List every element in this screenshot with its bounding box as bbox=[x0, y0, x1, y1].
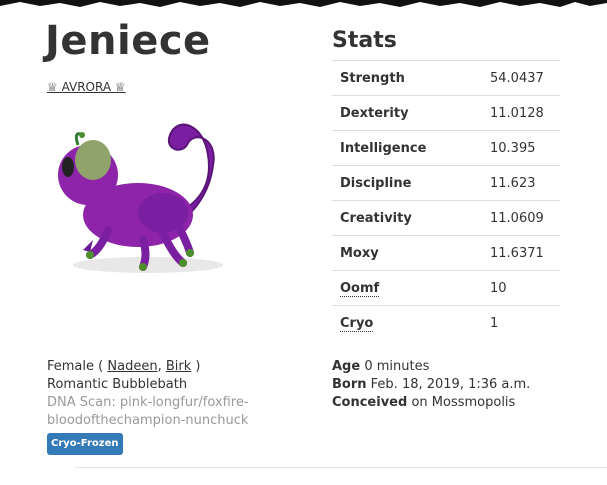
stat-label: Intelligence bbox=[332, 130, 482, 166]
stat-value: 10.395 bbox=[482, 130, 560, 166]
stats-row-strength: Strength 54.0437 bbox=[332, 60, 560, 96]
personality: Romantic Bubblebath bbox=[47, 377, 188, 392]
house-link[interactable]: ♕ AVRORA ♕ bbox=[47, 80, 126, 94]
conceived-line: Conceived on Mossmopolis bbox=[332, 394, 530, 412]
parent-link-2[interactable]: Birk bbox=[166, 359, 191, 374]
stat-value: 54.0437 bbox=[482, 60, 560, 96]
born-label: Born bbox=[332, 377, 367, 392]
stats-row-oomf: Oomf 10 bbox=[332, 270, 560, 306]
stat-value: 11.0128 bbox=[482, 95, 560, 131]
stats-row-creativity: Creativity 11.0609 bbox=[332, 200, 560, 236]
stat-label: Cryo bbox=[332, 305, 482, 340]
stat-label-abbr: Cryo bbox=[340, 315, 374, 332]
stats-row-discipline: Discipline 11.623 bbox=[332, 165, 560, 201]
stat-label-abbr: Oomf bbox=[340, 280, 380, 297]
status-badge: Cryo-Frozen bbox=[47, 433, 123, 455]
stat-value: 10 bbox=[482, 270, 560, 306]
stat-value: 11.623 bbox=[482, 165, 560, 201]
conceived-value: on Mossmopolis bbox=[411, 395, 516, 410]
conceived-label: Conceived bbox=[332, 395, 408, 410]
stat-label: Moxy bbox=[332, 235, 482, 271]
stats-row-moxy: Moxy 11.6371 bbox=[332, 235, 560, 271]
pet-image bbox=[58, 123, 223, 273]
stats-title: Stats bbox=[332, 28, 397, 53]
paren-close: ) bbox=[195, 359, 201, 374]
torn-paper-edge bbox=[0, 0, 607, 7]
stat-label: Discipline bbox=[332, 165, 482, 201]
lineage-line: Female ( Nadeen, Birk ) bbox=[47, 359, 201, 374]
paren-open: ( bbox=[98, 359, 104, 374]
stats-row-intelligence: Intelligence 10.395 bbox=[332, 130, 560, 166]
stats-row-dexterity: Dexterity 11.0128 bbox=[332, 95, 560, 131]
stat-label: Strength bbox=[332, 60, 482, 96]
dna-scan: DNA Scan: pink-longfur/foxfire-bloodofth… bbox=[47, 395, 249, 428]
gender: Female bbox=[47, 359, 95, 374]
parent-link-1[interactable]: Nadeen bbox=[107, 359, 157, 374]
divider bbox=[75, 467, 607, 468]
stat-value: 1 bbox=[482, 305, 560, 340]
stat-label: Creativity bbox=[332, 200, 482, 236]
age-label: Age bbox=[332, 359, 361, 374]
age-value: 0 minutes bbox=[364, 359, 430, 374]
timeline-info: Age 0 minutes Born Feb. 18, 2019, 1:36 a… bbox=[332, 358, 530, 412]
pet-details: Female ( Nadeen, Birk ) Romantic Bubbleb… bbox=[47, 358, 297, 455]
stat-label: Dexterity bbox=[332, 95, 482, 131]
born-line: Born Feb. 18, 2019, 1:36 a.m. bbox=[332, 376, 530, 394]
pet-name: Jeniece bbox=[45, 18, 211, 64]
stats-table: Strength 54.0437 Dexterity 11.0128 Intel… bbox=[332, 60, 560, 340]
stat-value: 11.0609 bbox=[482, 200, 560, 236]
stats-row-cryo: Cryo 1 bbox=[332, 305, 560, 340]
born-value: Feb. 18, 2019, 1:36 a.m. bbox=[370, 377, 531, 392]
age-line: Age 0 minutes bbox=[332, 358, 530, 376]
stat-value: 11.6371 bbox=[482, 235, 560, 271]
stat-label: Oomf bbox=[332, 270, 482, 306]
